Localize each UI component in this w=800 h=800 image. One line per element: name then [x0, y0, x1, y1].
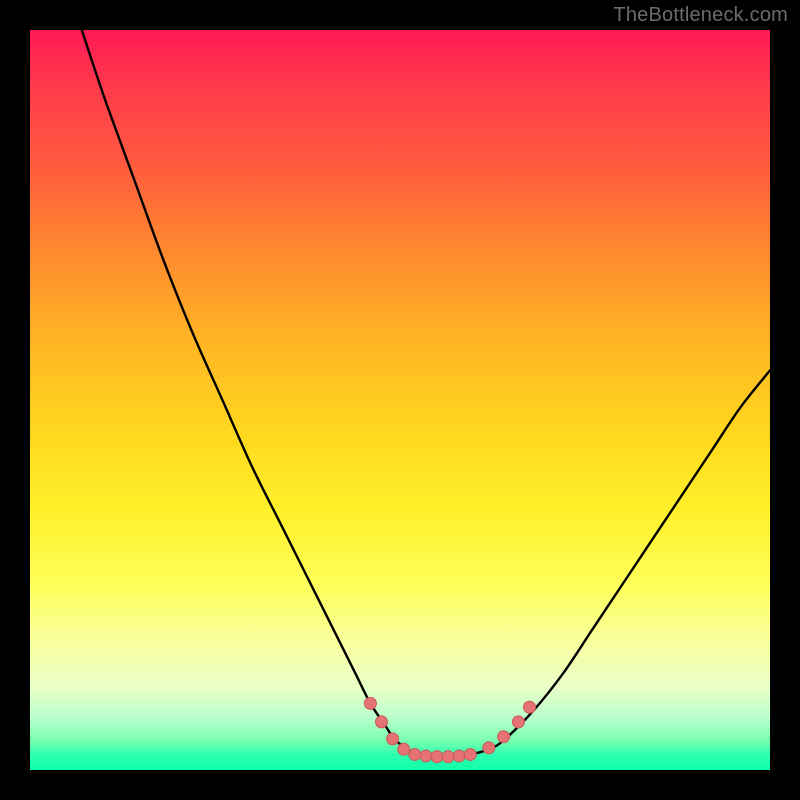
curve-markers: [364, 697, 535, 762]
chart-frame: TheBottleneck.com: [0, 0, 800, 800]
curve-marker: [453, 750, 465, 762]
curve-marker: [483, 742, 495, 754]
curve-marker: [387, 733, 399, 745]
curve-marker: [524, 701, 536, 713]
curve-marker: [398, 743, 410, 755]
watermark-text: TheBottleneck.com: [613, 4, 788, 27]
curve-layer: [30, 30, 770, 770]
curve-marker: [464, 748, 476, 760]
curve-marker: [364, 697, 376, 709]
bottleneck-curve: [82, 30, 770, 757]
curve-marker: [512, 716, 524, 728]
plot-area: [30, 30, 770, 770]
curve-marker: [409, 748, 421, 760]
curve-marker: [376, 716, 388, 728]
curve-marker: [431, 751, 443, 763]
curve-marker: [442, 751, 454, 763]
curve-marker: [498, 731, 510, 743]
curve-marker: [420, 750, 432, 762]
